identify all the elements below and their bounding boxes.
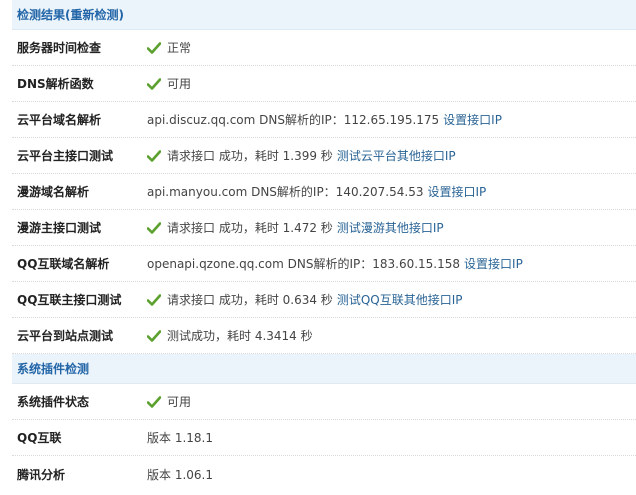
row-tencent-analytics-version: 腾讯分析 版本 1.06.1 xyxy=(12,456,636,492)
section-title[interactable]: 检测结果(重新检测) xyxy=(17,8,124,22)
row-label: 服务器时间检查 xyxy=(17,41,102,55)
row-qq-dns: QQ互联域名解析 openapi.qzone.qq.com DNS解析的IP：1… xyxy=(12,246,636,282)
row-value: 正常 xyxy=(147,39,636,56)
row-label: 云平台主接口测试 xyxy=(17,149,114,163)
row-cloud-dns: 云平台域名解析 api.discuz.qq.com DNS解析的IP：112.6… xyxy=(12,102,636,138)
row-value: 版本 1.18.1 xyxy=(147,429,636,446)
row-value: api.discuz.qq.com DNS解析的IP：112.65.195.17… xyxy=(147,111,636,128)
version-text: 版本 1.18.1 xyxy=(147,431,213,445)
version-text: 版本 1.06.1 xyxy=(147,467,213,482)
row-label: QQ互联域名解析 xyxy=(17,257,110,271)
row-label: 腾讯分析 xyxy=(17,467,66,482)
row-label: 系统插件状态 xyxy=(17,395,90,409)
status-text: api.discuz.qq.com DNS解析的IP：112.65.195.17… xyxy=(147,113,440,127)
row-label: QQ互联 xyxy=(17,431,62,445)
status-text: 可用 xyxy=(167,77,192,91)
row-value: 可用 xyxy=(147,75,636,92)
status-text: openapi.qzone.qq.com DNS解析的IP：183.60.15.… xyxy=(147,257,461,271)
test-qq-other-ip-link[interactable]: 测试QQ互联其他接口IP xyxy=(337,291,463,308)
diagnostics-panel: 检测结果(重新检测) 服务器时间检查 正常 DNS解析函数 可用 云平台域名解析… xyxy=(12,0,636,492)
status-text: 请求接口 成功，耗时 0.634 秒 xyxy=(167,293,333,307)
check-icon xyxy=(147,329,161,342)
row-label: 云平台到站点测试 xyxy=(17,329,114,343)
row-label: QQ互联主接口测试 xyxy=(17,293,122,307)
set-interface-ip-link[interactable]: 设置接口IP xyxy=(443,111,502,128)
row-plugin-status: 系统插件状态 可用 xyxy=(12,384,636,420)
check-icon xyxy=(147,41,161,54)
row-label: 云平台域名解析 xyxy=(17,113,102,127)
status-text: 请求接口 成功，耗时 1.399 秒 xyxy=(167,149,333,163)
row-value: 请求接口 成功，耗时 1.472 秒 测试漫游其他接口IP xyxy=(147,219,636,236)
row-cloud-to-site: 云平台到站点测试 测试成功，耗时 4.3414 秒 xyxy=(12,318,636,354)
row-dns-function: DNS解析函数 可用 xyxy=(12,66,636,102)
row-cloud-interface: 云平台主接口测试 请求接口 成功，耗时 1.399 秒 测试云平台其他接口IP xyxy=(12,138,636,174)
set-interface-ip-link[interactable]: 设置接口IP xyxy=(427,183,486,200)
status-text: 可用 xyxy=(167,395,192,409)
status-text: 测试成功，耗时 4.3414 秒 xyxy=(167,329,313,343)
row-qq-connect-version: QQ互联 版本 1.18.1 xyxy=(12,420,636,456)
test-cloud-other-ip-link[interactable]: 测试云平台其他接口IP xyxy=(337,147,456,164)
row-value: 请求接口 成功，耗时 1.399 秒 测试云平台其他接口IP xyxy=(147,147,636,164)
row-label: DNS解析函数 xyxy=(17,77,94,91)
section-header-check-results: 检测结果(重新检测) xyxy=(12,0,636,30)
row-manyou-interface: 漫游主接口测试 请求接口 成功，耗时 1.472 秒 测试漫游其他接口IP xyxy=(12,210,636,246)
row-value: api.manyou.com DNS解析的IP：140.207.54.53 设置… xyxy=(147,183,636,200)
row-value: 可用 xyxy=(147,393,636,410)
row-manyou-dns: 漫游域名解析 api.manyou.com DNS解析的IP：140.207.5… xyxy=(12,174,636,210)
section-title: 系统插件检测 xyxy=(17,362,90,376)
section-header-plugin-check: 系统插件检测 xyxy=(12,354,636,384)
check-icon xyxy=(147,149,161,162)
row-server-time: 服务器时间检查 正常 xyxy=(12,30,636,66)
check-icon xyxy=(147,77,161,90)
row-value: 版本 1.06.1 xyxy=(147,466,636,483)
row-value: 测试成功，耗时 4.3414 秒 xyxy=(147,327,636,344)
row-value: openapi.qzone.qq.com DNS解析的IP：183.60.15.… xyxy=(147,255,636,272)
row-value: 请求接口 成功，耗时 0.634 秒 测试QQ互联其他接口IP xyxy=(147,291,636,308)
check-icon xyxy=(147,221,161,234)
set-interface-ip-link[interactable]: 设置接口IP xyxy=(464,255,523,272)
status-text: 请求接口 成功，耗时 1.472 秒 xyxy=(167,221,333,235)
row-label: 漫游域名解析 xyxy=(17,185,90,199)
test-manyou-other-ip-link[interactable]: 测试漫游其他接口IP xyxy=(337,219,444,236)
row-label: 漫游主接口测试 xyxy=(17,221,102,235)
row-qq-interface: QQ互联主接口测试 请求接口 成功，耗时 0.634 秒 测试QQ互联其他接口I… xyxy=(12,282,636,318)
status-text: 正常 xyxy=(167,41,192,55)
check-icon xyxy=(147,395,161,408)
check-icon xyxy=(147,293,161,306)
status-text: api.manyou.com DNS解析的IP：140.207.54.53 xyxy=(147,185,424,199)
